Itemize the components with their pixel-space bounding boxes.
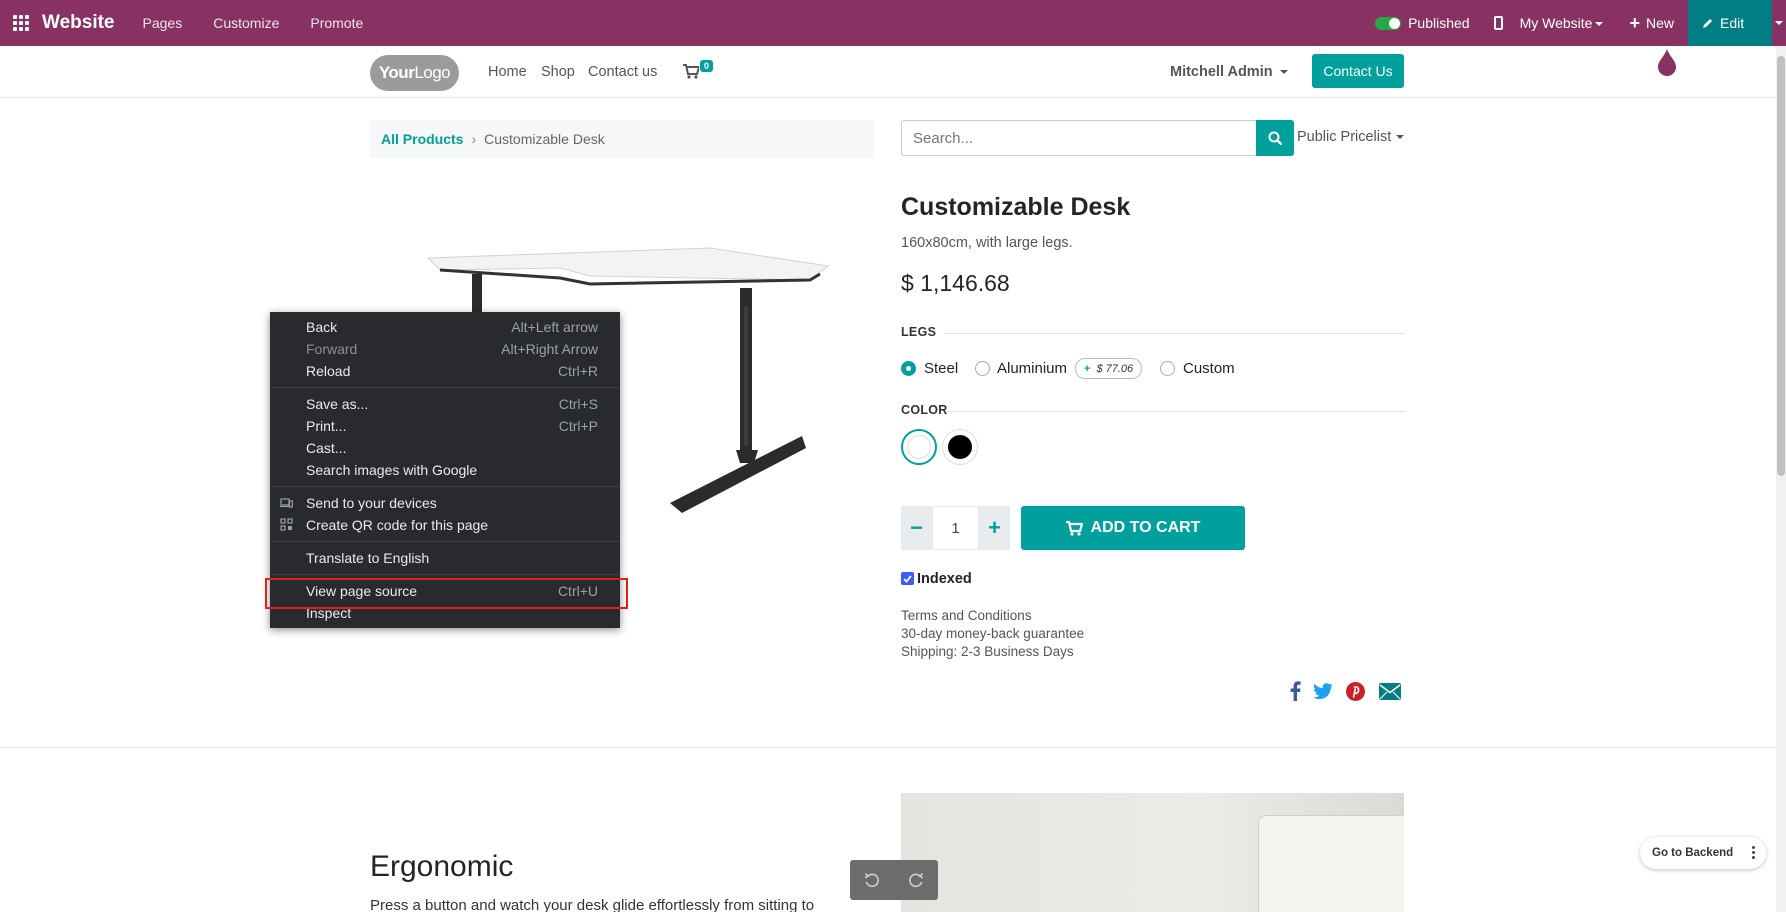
legs-steel-radio[interactable] (901, 361, 916, 376)
section-description: Press a button and watch your desk glide… (370, 897, 815, 912)
menu-item-cast[interactable]: Cast... (270, 437, 620, 459)
edit-button[interactable]: Edit (1688, 0, 1772, 46)
menu-separator (270, 387, 620, 388)
legs-custom-radio[interactable] (1160, 361, 1175, 376)
nav-contact-us[interactable]: Contact us (588, 64, 657, 80)
section-divider (0, 747, 1776, 748)
twitter-icon[interactable] (1311, 680, 1335, 702)
menu-item-save-as[interactable]: Save as... Ctrl+S (270, 393, 620, 415)
menu-item-qr-code[interactable]: Create QR code for this page (270, 514, 620, 536)
terms-conditions[interactable]: Terms and Conditions (901, 608, 1032, 623)
quantity-decrease-button[interactable]: − (901, 506, 932, 550)
breadcrumb: All Products › Customizable Desk (370, 120, 874, 158)
new-button[interactable]: + New (1629, 13, 1674, 34)
product-subtitle: 160x80cm, with large legs. (901, 235, 1073, 251)
menu-customize[interactable]: Customize (213, 15, 279, 31)
redo-icon[interactable] (894, 860, 938, 900)
search-icon (1268, 131, 1282, 145)
cart-icon[interactable] (683, 62, 699, 80)
legs-steel-label[interactable]: Steel (924, 360, 958, 377)
product-title: Customizable Desk (901, 193, 1131, 221)
cart-icon (1065, 520, 1083, 536)
section-heading: Ergonomic (370, 850, 514, 883)
go-to-backend-button[interactable]: Go to Backend (1640, 837, 1766, 869)
color-divider (947, 411, 1404, 412)
menu-separator (270, 574, 620, 575)
breadcrumb-separator-icon: › (471, 131, 477, 147)
shipping-info: Shipping: 2-3 Business Days (901, 644, 1074, 659)
odoo-topbar: Website Pages Customize Promote Publishe… (0, 0, 1786, 46)
menu-item-search-images[interactable]: Search images with Google (270, 459, 620, 481)
devices-icon (280, 498, 293, 508)
undo-redo-bar (850, 860, 938, 900)
color-label: COLOR (901, 403, 948, 417)
menu-item-back[interactable]: Back Alt+Left arrow (270, 316, 620, 338)
quantity-input[interactable]: 1 (932, 506, 979, 550)
cart-count-badge: 0 (700, 60, 714, 72)
published-toggle[interactable] (1375, 16, 1402, 30)
website-brand[interactable]: Website (42, 12, 115, 34)
menu-pages[interactable]: Pages (143, 15, 183, 31)
my-website-dropdown[interactable]: My Website (1520, 15, 1604, 31)
qr-code-icon (280, 518, 293, 531)
menu-separator (270, 541, 620, 542)
published-label[interactable]: Published (1408, 15, 1470, 31)
menu-item-print[interactable]: Print... Ctrl+P (270, 415, 620, 437)
email-icon[interactable] (1377, 680, 1403, 702)
contact-us-button[interactable]: Contact Us (1312, 54, 1404, 88)
search-input[interactable] (901, 120, 1257, 156)
site-header: Your Logo Home Shop Contact us 0 Mitchell… (0, 46, 1776, 98)
apps-menu-icon[interactable] (0, 0, 42, 46)
more-options-icon[interactable] (1752, 846, 1756, 861)
color-swatch-black[interactable] (942, 429, 978, 465)
legs-divider (944, 333, 1404, 334)
highlight-box (265, 578, 628, 609)
mobile-preview-icon[interactable] (1493, 16, 1503, 30)
quantity-increase-button[interactable]: + (979, 506, 1010, 550)
money-back-guarantee: 30-day money-back guarantee (901, 626, 1085, 641)
indexed-checkbox[interactable] (901, 572, 914, 585)
legs-custom-label[interactable]: Custom (1183, 360, 1235, 377)
breadcrumb-current: Customizable Desk (484, 131, 605, 147)
edit-dropdown-toggle[interactable] (1772, 0, 1786, 46)
search-button[interactable] (1256, 120, 1294, 156)
plus-icon: + (1629, 12, 1640, 33)
product-price: $ 1,146.68 (901, 270, 1010, 296)
menu-item-send-to-devices[interactable]: Send to your devices (270, 492, 620, 514)
menu-item-translate[interactable]: Translate to English (270, 547, 620, 569)
legs-label: LEGS (901, 325, 937, 339)
theme-drop-icon[interactable] (1657, 48, 1677, 76)
legs-aluminium-radio[interactable] (975, 361, 990, 376)
scrollbar-thumb[interactable] (1777, 56, 1785, 476)
pricelist-dropdown[interactable]: Public Pricelist (1297, 129, 1405, 145)
menu-separator (270, 486, 620, 487)
nav-shop[interactable]: Shop (541, 64, 575, 80)
add-to-cart-button[interactable]: ADD TO CART (1021, 506, 1245, 550)
legs-aluminium-label[interactable]: Aluminium (997, 360, 1067, 377)
section-image (901, 793, 1404, 912)
nav-home[interactable]: Home (488, 64, 527, 80)
breadcrumb-all-products[interactable]: All Products (381, 131, 463, 147)
facebook-icon[interactable] (1283, 680, 1307, 702)
menu-item-forward: Forward Alt+Right Arrow (306, 341, 598, 357)
user-menu[interactable]: Mitchell Admin (1170, 64, 1288, 80)
pinterest-icon[interactable] (1343, 680, 1367, 702)
aluminium-extra-price-badge: + $ 77.06 (1075, 358, 1143, 379)
undo-icon[interactable] (850, 860, 894, 900)
menu-item-reload[interactable]: Reload Ctrl+R (270, 360, 620, 382)
extra-price-sign: + (1084, 362, 1091, 375)
site-logo[interactable]: Your Logo (370, 55, 459, 91)
menu-promote[interactable]: Promote (310, 15, 363, 31)
indexed-label[interactable]: Indexed (917, 571, 972, 587)
color-swatch-white[interactable] (901, 429, 937, 465)
pencil-icon (1703, 19, 1712, 28)
